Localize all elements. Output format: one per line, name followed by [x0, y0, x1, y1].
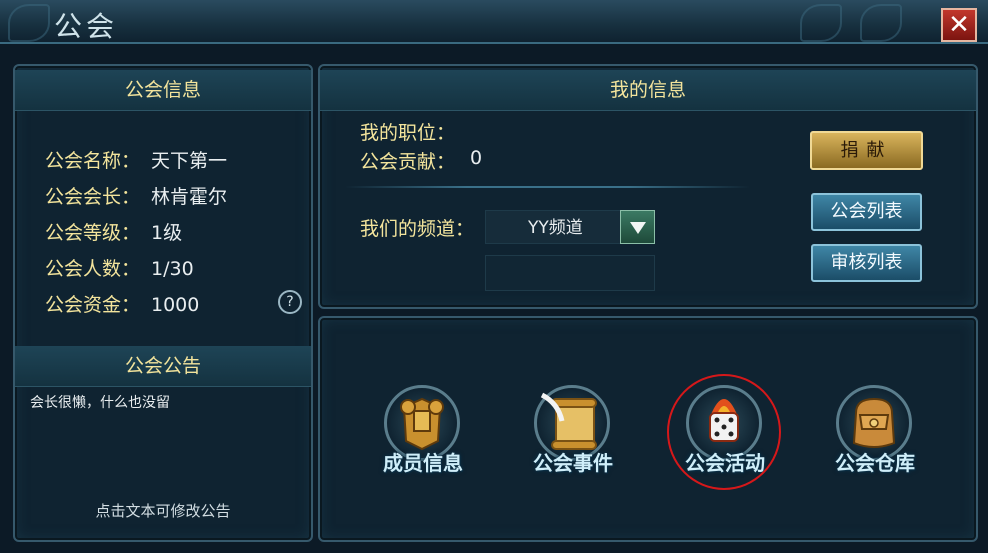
- info-value: 天下第一: [151, 150, 228, 172]
- info-row-members: 公会人数： 1/30: [45, 254, 194, 281]
- close-icon: ✕: [948, 10, 970, 40]
- info-value: 1000: [151, 294, 200, 316]
- info-label: 公会人数：: [45, 258, 141, 280]
- info-row-level: 公会等级： 1级: [45, 218, 182, 245]
- ornament-icon: [860, 4, 902, 42]
- info-value: 林肯霍尔: [151, 186, 228, 208]
- info-label: 公会名称：: [45, 150, 141, 172]
- guild-list-button[interactable]: 公会列表: [811, 193, 922, 231]
- announcement-text[interactable]: 会长很懒，什么也没留: [30, 392, 170, 412]
- channel-label: 我们的频道：: [360, 218, 475, 240]
- info-value: 1级: [151, 222, 183, 244]
- chevron-down-icon[interactable]: [620, 210, 655, 244]
- contribution-label: 公会贡献：: [360, 151, 456, 173]
- channel-input[interactable]: [485, 255, 655, 291]
- position-label: 我的职位：: [360, 122, 456, 144]
- review-list-button[interactable]: 审核列表: [811, 244, 922, 282]
- feature-member-info[interactable]: 成员信息: [378, 385, 468, 475]
- help-icon[interactable]: ?: [278, 290, 302, 314]
- announcement-hint: 点击文本可修改公告: [95, 502, 231, 520]
- announcement-header: 公会公告: [15, 346, 311, 387]
- info-value: 1/30: [151, 258, 194, 280]
- feature-label: 公会事件: [533, 451, 613, 475]
- feature-label: 公会仓库: [835, 451, 915, 475]
- guild-info-header: 公会信息: [15, 70, 311, 111]
- divider: [345, 186, 750, 188]
- my-info-header: 我的信息: [320, 70, 976, 111]
- donate-button[interactable]: 捐献: [810, 131, 923, 170]
- close-button[interactable]: ✕: [941, 8, 977, 42]
- feature-guild-activity[interactable]: 公会活动: [680, 385, 770, 475]
- feature-label: 成员信息: [383, 451, 463, 475]
- window-title: 公会: [54, 10, 119, 43]
- ornament-icon: [800, 4, 842, 42]
- info-label: 公会会长：: [45, 186, 141, 208]
- info-label: 公会等级：: [45, 222, 141, 244]
- title-bar: 公会: [0, 0, 988, 44]
- feature-guild-warehouse[interactable]: 公会仓库: [830, 385, 920, 475]
- info-row-leader: 公会会长： 林肯霍尔: [45, 182, 227, 209]
- info-row-name: 公会名称： 天下第一: [45, 146, 227, 173]
- info-label: 公会资金：: [45, 294, 141, 316]
- ornament-icon: [8, 4, 50, 42]
- guild-info-panel: 公会信息 公会名称： 天下第一 公会会长： 林肯霍尔 公会等级： 1级 公会人数： 1/…: [13, 64, 313, 542]
- feature-guild-events[interactable]: 公会事件: [528, 385, 618, 475]
- contribution-value: 0: [470, 147, 483, 169]
- feature-label: 公会活动: [685, 451, 765, 475]
- info-row-funds: 公会资金： 1000: [45, 290, 199, 317]
